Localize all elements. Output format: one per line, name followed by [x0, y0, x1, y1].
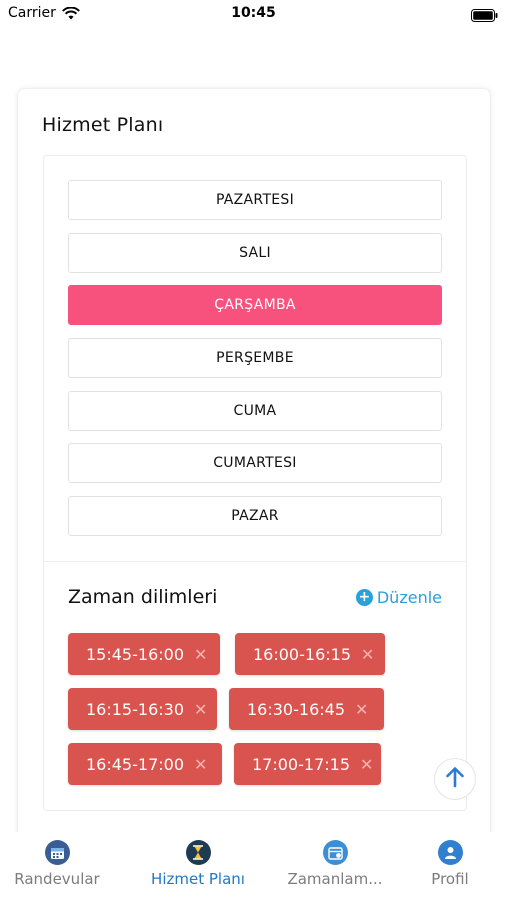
calendar-icon	[44, 840, 70, 865]
section-divider	[44, 561, 466, 562]
time-slots-title: Zaman dilimleri	[68, 586, 218, 608]
service-plan-card: Hizmet Planı PAZARTESI SALI ÇARŞAMBA PER…	[17, 88, 491, 848]
time-slot-label: 16:15-16:30	[86, 699, 184, 719]
tab-profil[interactable]: Profil	[412, 840, 488, 888]
user-icon	[437, 840, 463, 865]
remove-slot-icon[interactable]: ✕	[361, 645, 374, 664]
remove-slot-icon[interactable]: ✕	[355, 700, 368, 719]
tab-label: Randevular	[14, 870, 100, 888]
tab-label: Zamanlam...	[287, 870, 383, 888]
arrow-up-icon	[445, 766, 465, 792]
hourglass-icon	[185, 840, 211, 865]
remove-slot-icon[interactable]: ✕	[194, 700, 207, 719]
time-slot-label: 17:00-17:15	[252, 754, 350, 774]
edit-slots-label: Düzenle	[376, 588, 442, 607]
tab-zamanlama[interactable]: Zamanlam...	[280, 840, 390, 888]
battery-icon	[471, 7, 498, 26]
day-button-sali[interactable]: SALI	[68, 232, 442, 273]
day-button-persembe[interactable]: PERŞEMBE	[68, 338, 442, 379]
edit-slots-button[interactable]: + Düzenle	[355, 588, 442, 607]
status-time: 10:45	[231, 5, 276, 21]
tab-hizmet-plani[interactable]: Hizmet Planı	[144, 840, 252, 888]
time-slot-chip[interactable]: 16:15-16:30 ✕	[68, 688, 217, 730]
plus-circle-icon: +	[355, 589, 373, 606]
time-slot-label: 16:45-17:00	[86, 754, 184, 774]
day-button-cumartesi[interactable]: CUMARTESI	[68, 443, 442, 484]
day-list: PAZARTESI SALI ÇARŞAMBA PERŞEMBE CUMA CU…	[68, 180, 442, 549]
tab-label: Profil	[431, 870, 469, 888]
plan-panel: PAZARTESI SALI ÇARŞAMBA PERŞEMBE CUMA CU…	[43, 155, 467, 811]
time-slot-chip[interactable]: 16:45-17:00 ✕	[68, 743, 222, 785]
time-slot-label: 16:00-16:15	[253, 644, 351, 664]
bottom-tab-bar: Randevular Hizmet Planı Zamanlam... Prof…	[0, 832, 507, 900]
remove-slot-icon[interactable]: ✕	[194, 755, 207, 774]
time-slot-chip[interactable]: 17:00-17:15 ✕	[234, 743, 381, 785]
status-bar: Carrier 10:45	[0, 0, 507, 28]
time-slot-chip[interactable]: 16:30-16:45 ✕	[229, 688, 384, 730]
day-button-pazartesi[interactable]: PAZARTESI	[68, 180, 442, 220]
time-slot-chip[interactable]: 16:00-16:15 ✕	[235, 633, 385, 675]
page-title: Hizmet Planı	[42, 114, 164, 136]
remove-slot-icon[interactable]: ✕	[194, 645, 207, 664]
scroll-to-top-button[interactable]	[434, 758, 476, 800]
time-slot-chip[interactable]: 15:45-16:00 ✕	[68, 633, 220, 675]
time-slot-label: 16:30-16:45	[247, 699, 345, 719]
schedule-icon	[322, 840, 348, 865]
day-button-carsamba[interactable]: ÇARŞAMBA	[68, 285, 442, 326]
tab-randevular[interactable]: Randevular	[8, 840, 106, 888]
time-slot-label: 15:45-16:00	[86, 644, 184, 664]
day-button-cuma[interactable]: CUMA	[68, 390, 442, 431]
remove-slot-icon[interactable]: ✕	[360, 755, 373, 774]
tab-label: Hizmet Planı	[151, 870, 245, 888]
day-button-pazar[interactable]: PAZAR	[68, 496, 442, 537]
